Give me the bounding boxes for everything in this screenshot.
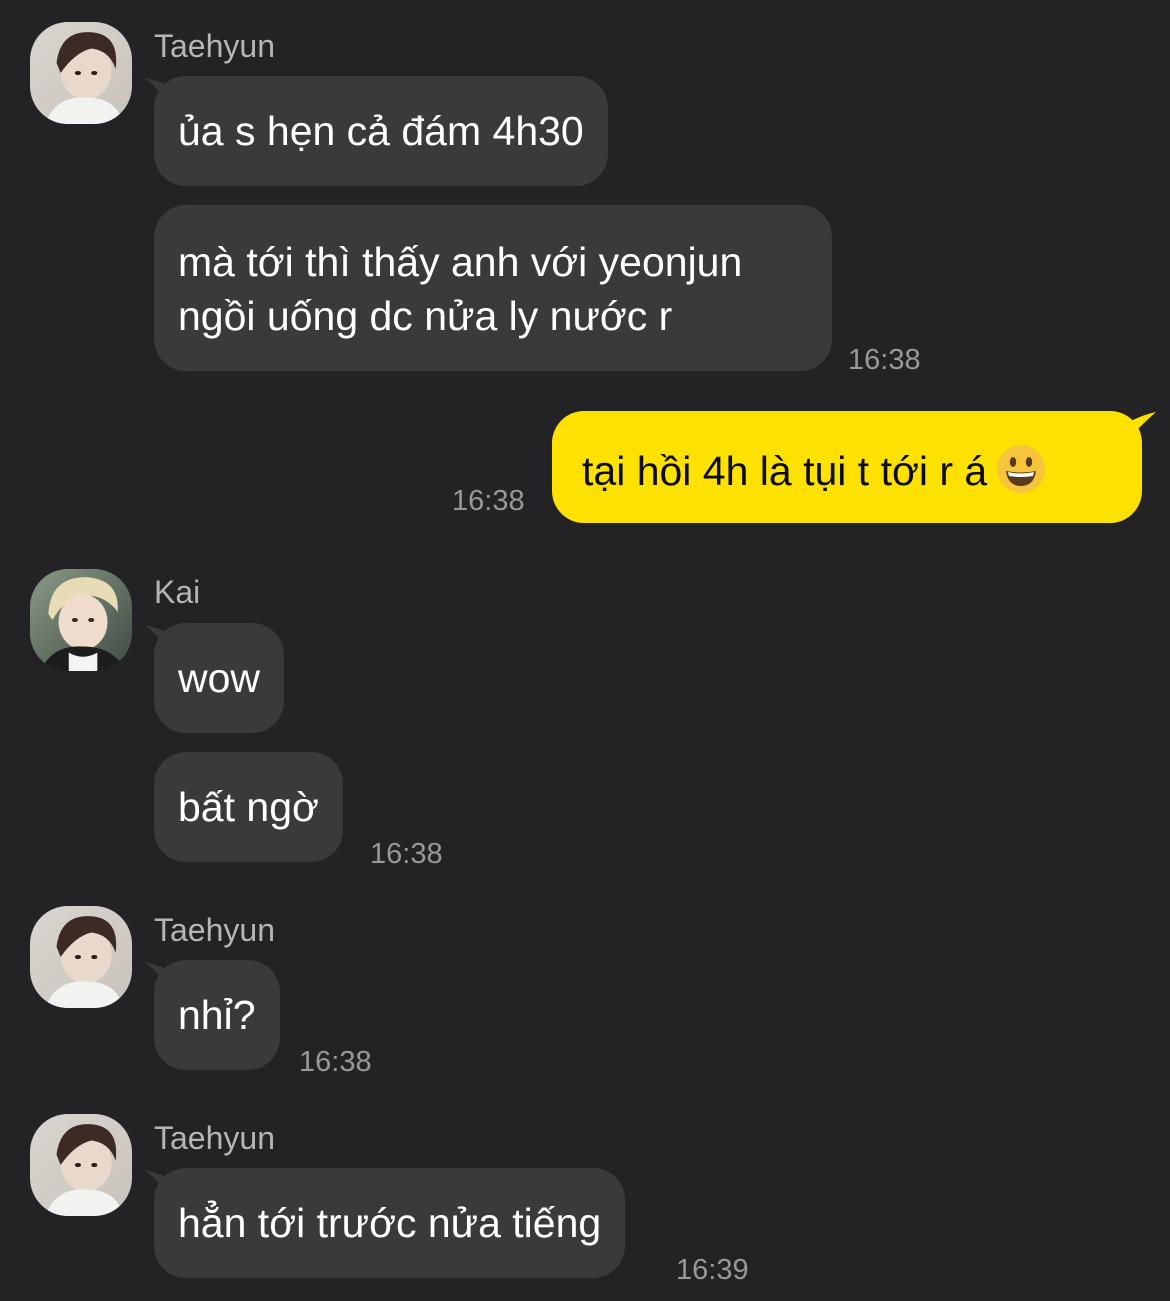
sender-name: Kai <box>154 574 201 610</box>
message-bubble[interactable]: nhỉ? <box>154 960 280 1070</box>
timestamp: 16:38 <box>299 1046 372 1078</box>
timestamp: 16:38 <box>370 838 443 870</box>
message-text: tại hồi 4h là tụi t tới r á <box>582 448 988 494</box>
taehyun-avatar[interactable] <box>30 906 132 1008</box>
message-text-line: ngồi uống dc nửa ly nước r <box>178 293 673 339</box>
timestamp: 16:39 <box>676 1254 749 1286</box>
taehyun-avatar[interactable] <box>30 1114 132 1216</box>
timestamp: 16:38 <box>848 344 921 376</box>
chat-view: Taehyun ủa s hẹn cả đám 4h30 mà tới thì … <box>0 0 1170 1301</box>
message-text: bất ngờ <box>178 784 319 830</box>
sender-name: Taehyun <box>154 28 275 64</box>
message-bubble[interactable]: ủa s hẹn cả đám 4h30 <box>154 76 608 186</box>
timestamp: 16:38 <box>452 485 525 517</box>
message-text-line: mà tới thì thấy anh với yeonjun <box>178 239 743 285</box>
kai-avatar[interactable] <box>30 569 132 671</box>
sender-name: Taehyun <box>154 912 275 948</box>
message-bubble[interactable]: hẳn tới trước nửa tiếng <box>154 1168 626 1278</box>
message-text: wow <box>178 655 261 701</box>
taehyun-avatar[interactable] <box>30 22 132 124</box>
message-text: ủa s hẹn cả đám 4h30 <box>178 108 584 154</box>
message-text: hẳn tới trước nửa tiếng <box>178 1200 602 1246</box>
message-bubble[interactable]: bất ngờ <box>154 752 343 862</box>
message-bubble[interactable]: mà tới thì thấy anh với yeonjun ngồi uốn… <box>154 205 832 371</box>
message-bubble-outgoing[interactable]: tại hồi 4h là tụi t tới r á <box>552 411 1142 523</box>
bubble-tail <box>1126 412 1156 442</box>
grinning-face-emoji <box>995 443 1047 495</box>
message-bubble[interactable]: wow <box>154 623 285 733</box>
message-text: nhỉ? <box>178 992 256 1038</box>
sender-name: Taehyun <box>154 1120 275 1156</box>
